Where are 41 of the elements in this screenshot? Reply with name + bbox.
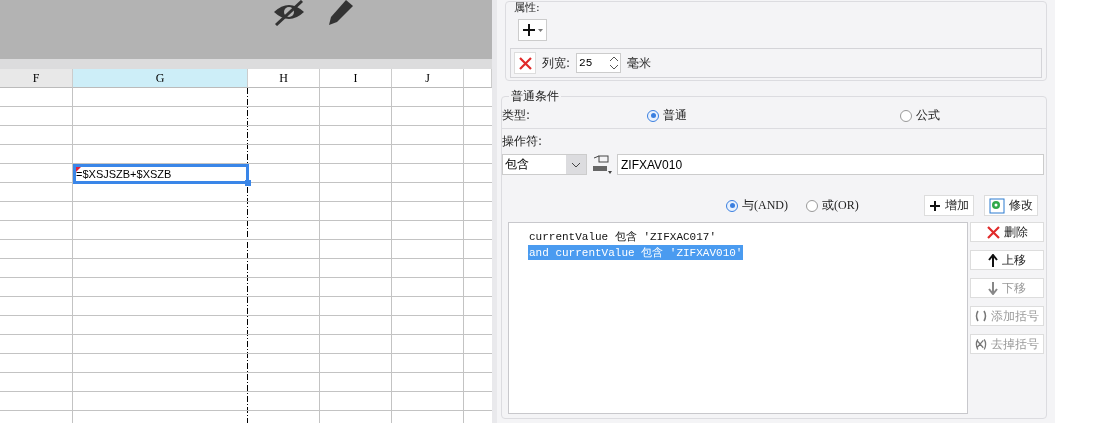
arrow-up-icon	[988, 253, 998, 267]
delete-button[interactable]: 删除	[970, 222, 1044, 242]
comment-marker-icon	[76, 167, 81, 172]
column-header[interactable]: H	[248, 69, 320, 88]
column-header[interactable]: J	[392, 69, 464, 88]
condition-item[interactable]: currentValue 包含 'ZIFXAC017'	[528, 229, 718, 244]
field-label: 列宽:	[542, 54, 571, 72]
up-button[interactable]: 上移	[970, 250, 1044, 270]
spin-arrows-icon[interactable]	[609, 54, 620, 72]
width-spinner[interactable]: 25	[576, 53, 622, 73]
plus-caret-icon	[521, 23, 544, 37]
arrow-down-icon	[988, 281, 998, 295]
text-type-icon[interactable]	[591, 154, 613, 175]
close-icon	[518, 56, 532, 70]
parentheses-icon	[975, 310, 987, 322]
fill-handle[interactable]	[245, 180, 251, 186]
field-label: 操作符:	[502, 133, 544, 150]
radio-option[interactable]: 或(OR)	[806, 197, 859, 214]
add-dropdown-button[interactable]	[518, 19, 547, 41]
operator-dropdown[interactable]: 包含	[502, 154, 587, 175]
column-header[interactable]: G	[73, 69, 248, 88]
field-label: 类型:	[502, 107, 532, 124]
section-title: 普通条件	[509, 89, 561, 103]
remove-button[interactable]	[514, 52, 536, 74]
value-input[interactable]: ZIFXAV010	[617, 154, 1044, 175]
edit-button[interactable]: 修改	[984, 195, 1038, 216]
pencil-icon[interactable]	[328, 0, 354, 26]
plus-icon	[929, 199, 941, 212]
chevron-down-icon	[571, 161, 581, 168]
selected-cell[interactable]: =$XSJSZB+$XSZB	[73, 164, 249, 184]
unit-label: 毫米	[627, 54, 652, 72]
eye-off-icon[interactable]	[272, 0, 306, 26]
radio-option[interactable]: 普通	[647, 107, 687, 124]
column-header[interactable]: I	[320, 69, 392, 88]
radio-option[interactable]: 与(AND)	[726, 197, 788, 214]
section-title: 属性:	[514, 2, 540, 14]
column-header[interactable]: F	[0, 69, 73, 88]
parentheses-cross-icon	[975, 337, 987, 351]
add-button[interactable]: 增加	[924, 195, 974, 216]
close-icon	[986, 225, 1000, 239]
radio-option[interactable]: 公式	[900, 107, 940, 124]
